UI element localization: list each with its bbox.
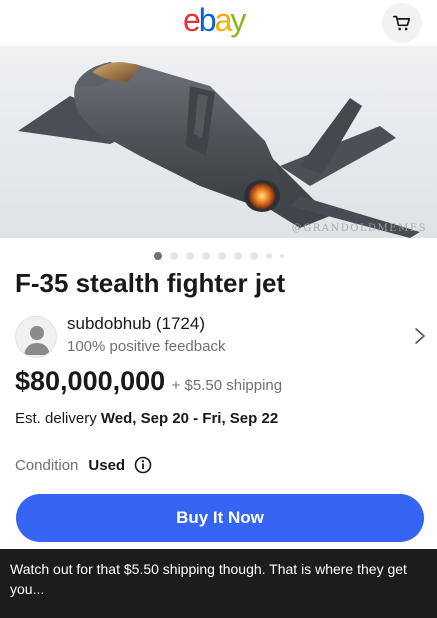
seller-name[interactable]: subdobhub (1724) [67,314,205,334]
condition-value: Used [88,456,126,474]
logo-letter-b: b [198,2,217,38]
carousel-dot[interactable] [169,252,178,260]
delivery-label: Est. delivery [15,410,101,427]
shopping-cart-icon [392,15,411,31]
seller-feedback: 100% positive feedback [67,338,226,355]
ebay-logo[interactable]: ebay [183,2,246,38]
carousel-dot[interactable] [153,252,162,260]
price: $80,000,000 [15,366,166,396]
buy-it-now-button[interactable]: Buy It Now [16,494,424,542]
carousel-dot[interactable] [249,252,258,260]
listing-image[interactable]: @GRANDOLDMEMES [0,46,437,238]
carousel-dot[interactable] [217,252,226,260]
estimated-delivery: Est. delivery Wed, Sep 20 - Fri, Sep 22 [15,410,278,427]
info-icon[interactable] [134,456,152,474]
user-avatar-icon [24,326,50,355]
chevron-right-icon[interactable] [413,326,427,346]
condition-row: Condition Used [15,456,152,474]
fighter-jet-image [18,62,420,238]
app-header: ebay [0,0,437,46]
seller-info-row[interactable]: subdobhub (1724) 100% positive feedback [15,314,427,362]
image-watermark: @GRANDOLDMEMES [291,223,427,234]
logo-letter-e: e [183,2,201,38]
image-carousel-indicator[interactable] [0,251,437,261]
condition-label: Condition [15,456,79,474]
price-row: $80,000,000 + $5.50 shipping [15,366,282,397]
carousel-dot[interactable] [265,253,272,259]
meme-caption: Watch out for that $5.50 shipping though… [0,549,437,618]
logo-letter-a: a [214,2,233,38]
carousel-dot[interactable] [279,254,284,258]
logo-letter-y: y [230,2,246,38]
carousel-dot[interactable] [185,252,194,260]
carousel-dot[interactable] [201,252,210,260]
seller-avatar [15,316,57,358]
listing-title: F-35 stealth fighter jet [15,268,286,298]
delivery-dates: Wed, Sep 20 - Fri, Sep 22 [100,410,279,427]
cart-button[interactable] [382,3,422,43]
carousel-dot[interactable] [233,252,242,260]
shipping-cost: + $5.50 shipping [171,377,283,394]
